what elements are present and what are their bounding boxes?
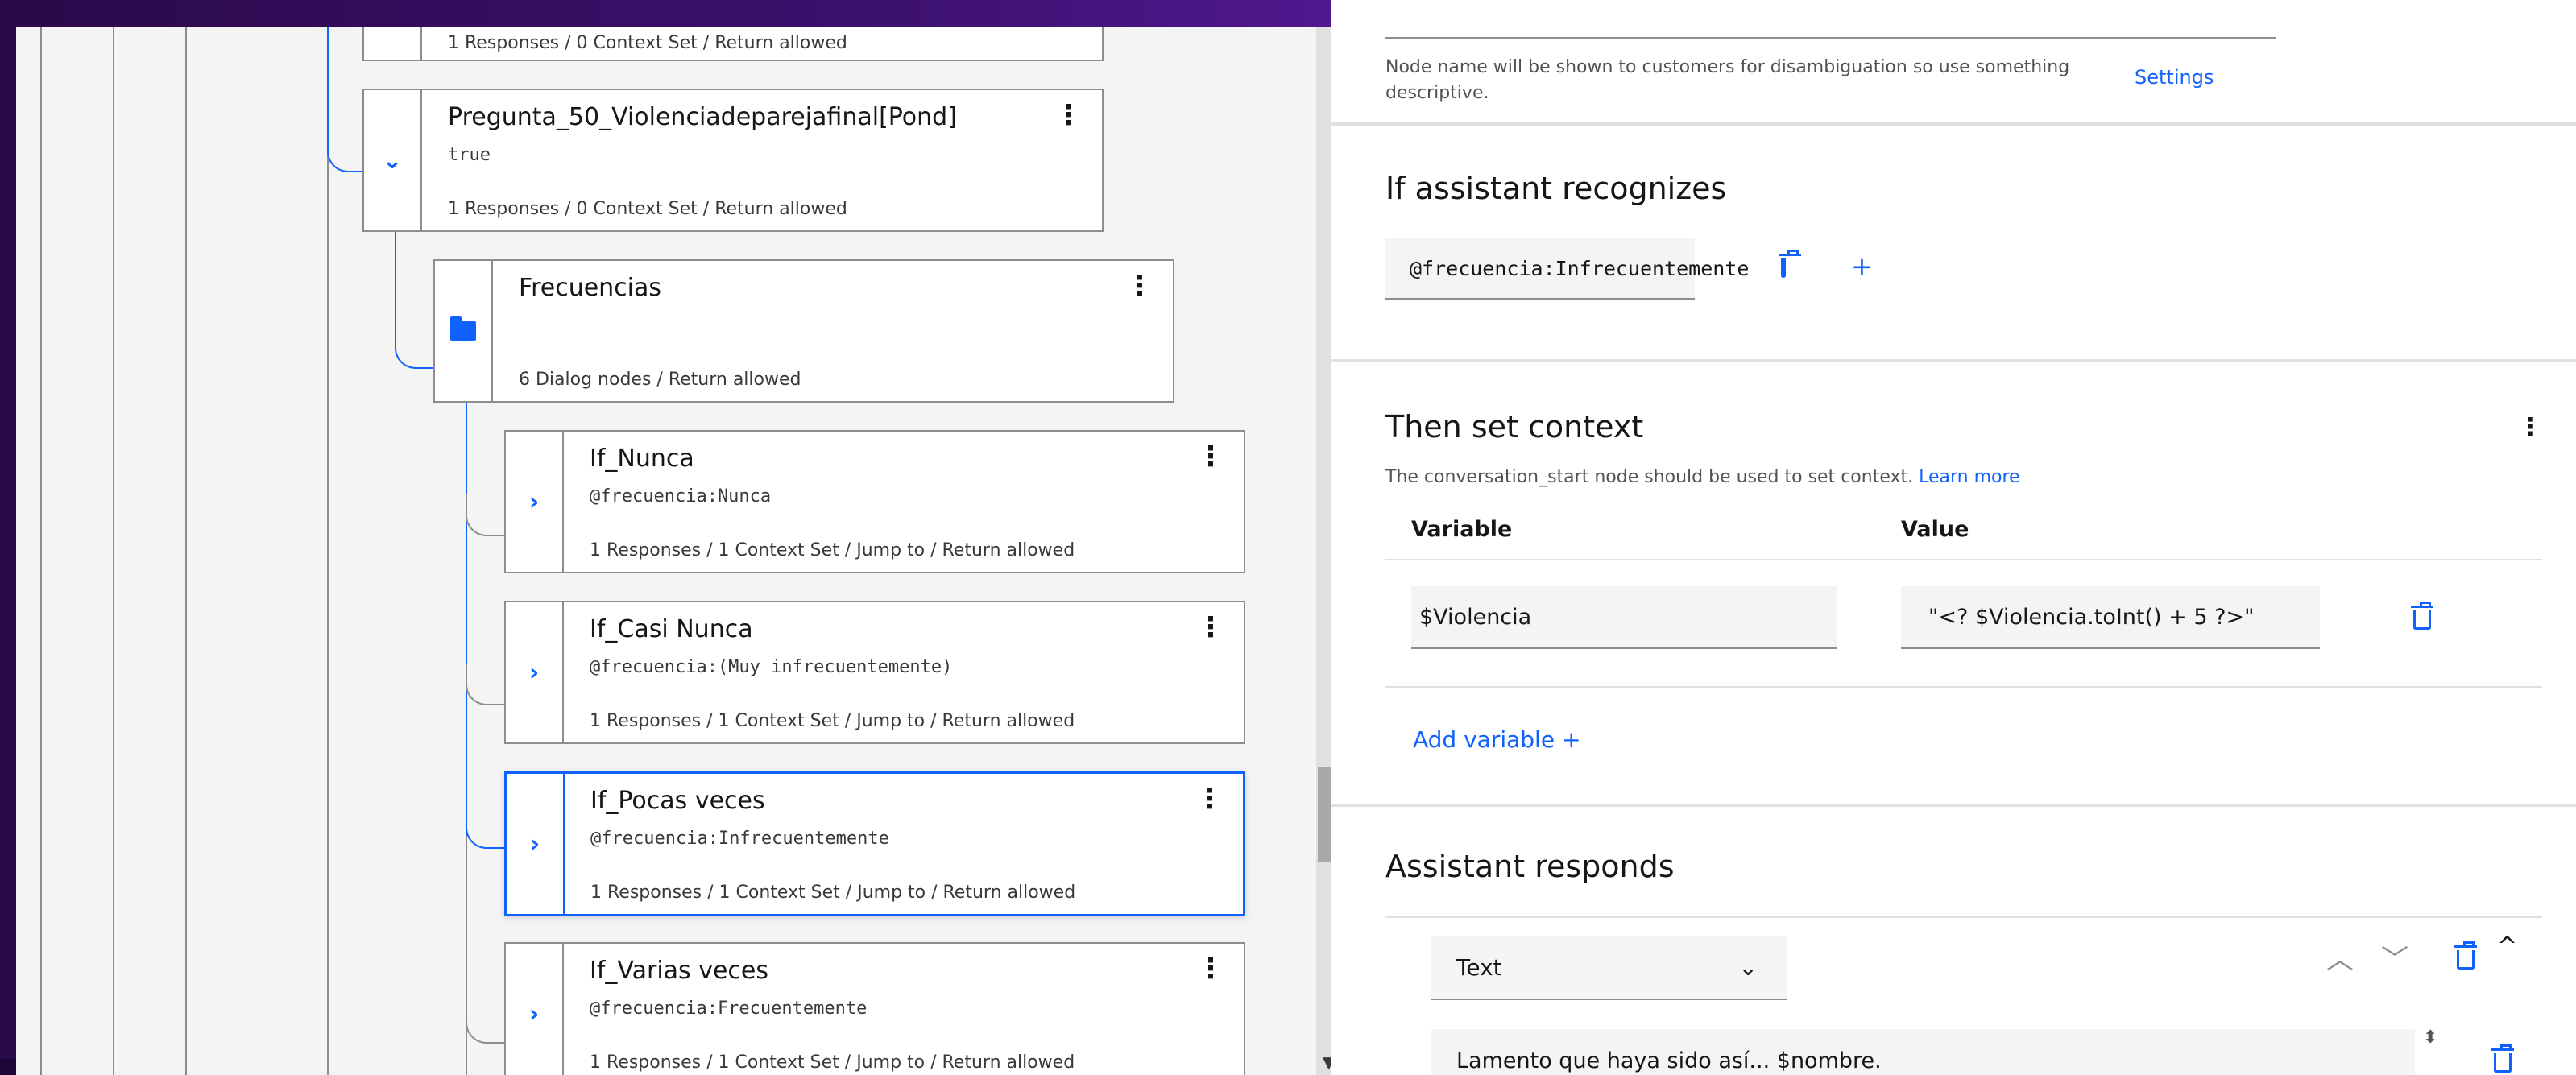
node-title: If_Pocas veces xyxy=(590,787,765,815)
overflow-menu-icon[interactable]: ⋮ xyxy=(1055,101,1083,129)
node-meta: 1 Responses / 1 Context Set / Jump to / … xyxy=(590,883,1076,903)
variable-value: $Violencia xyxy=(1419,604,1532,630)
tree-path-line xyxy=(466,836,467,1075)
scrollbar-thumb[interactable] xyxy=(1318,767,1331,862)
response-text: Lamento que haya sido así... $nombre. xyxy=(1456,1048,1882,1073)
node-meta: 1 Responses / 1 Context Set / Jump to / … xyxy=(590,540,1075,560)
node-condition: @frecuencia:Nunca xyxy=(590,486,772,506)
node-condition: @frecuencia:(Muy infrecuentemente) xyxy=(590,657,953,677)
indent-guide xyxy=(113,27,114,1075)
scroll-down-icon[interactable]: ▼ xyxy=(1323,1052,1331,1072)
resize-spinner-icon[interactable]: ⬍ xyxy=(2423,1027,2437,1048)
table-divider xyxy=(1385,559,2542,560)
dialog-tree-panel: 1 Responses / 0 Context Set / Return all… xyxy=(16,27,1331,1075)
tree-path-line xyxy=(466,401,467,836)
response-text-input[interactable]: Lamento que haya sido así... $nombre. xyxy=(1431,1029,2415,1075)
add-variable-button[interactable]: Add variable + xyxy=(1413,726,1580,753)
chevron-down-icon: ⌄ xyxy=(1738,953,1758,981)
move-down-icon[interactable]: ﹀ xyxy=(2381,937,2408,977)
condition-text: @frecuencia:Infrecuentemente xyxy=(1410,256,1750,280)
tree-connector xyxy=(327,124,362,172)
value-expression: "<? $Violencia.toInt() + 5 ?>" xyxy=(1928,604,2255,630)
expand-toggle[interactable]: › xyxy=(506,432,564,572)
value-input[interactable]: "<? $Violencia.toInt() + 5 ?>" xyxy=(1901,586,2320,649)
add-condition-icon[interactable]: + xyxy=(1851,251,1873,282)
overflow-menu-icon[interactable]: ⋮ xyxy=(1196,785,1224,812)
condition-chip[interactable]: @frecuencia:Infrecuentemente xyxy=(1385,238,1802,300)
indent-guide xyxy=(40,27,42,1075)
collapse-response-icon[interactable]: ^ xyxy=(2497,932,2517,961)
plus-icon: + xyxy=(1561,726,1581,753)
node-editor-panel: Node name will be shown to customers for… xyxy=(1331,0,2576,1075)
context-overflow-icon[interactable]: ⋮ xyxy=(2518,416,2542,440)
overflow-menu-icon[interactable]: ⋮ xyxy=(1197,955,1224,982)
delete-text-variation-icon[interactable] xyxy=(2491,1044,2514,1073)
dialog-node[interactable]: › If_Casi Nunca @frecuencia:(Muy infrecu… xyxy=(504,601,1245,744)
node-meta: 1 Responses / 1 Context Set / Jump to / … xyxy=(590,1052,1075,1073)
node-title: Pregunta_50_Violenciadeparejafinal[Pond] xyxy=(448,103,957,131)
overflow-menu-icon[interactable]: ⋮ xyxy=(1197,614,1224,641)
dialog-node-selected[interactable]: › If_Pocas veces @frecuencia:Infrecuente… xyxy=(504,771,1245,916)
delete-variable-icon[interactable] xyxy=(2411,602,2433,630)
context-section-title: Then set context xyxy=(1385,409,1644,444)
move-up-icon[interactable]: ︿ xyxy=(2326,937,2354,977)
dialog-node[interactable]: › If_Nunca @frecuencia:Nunca 1 Responses… xyxy=(504,430,1245,573)
delete-response-icon[interactable] xyxy=(2454,941,2477,970)
table-divider xyxy=(1385,686,2542,688)
node-title: If_Varias veces xyxy=(590,957,768,985)
chevron-down-icon: ⌄ xyxy=(382,146,403,175)
recognizes-section-title: If assistant recognizes xyxy=(1385,171,1727,206)
folder-icon xyxy=(450,316,476,341)
add-variable-label: Add variable xyxy=(1413,726,1555,753)
context-help-text: The conversation_start node should be us… xyxy=(1385,467,1914,487)
dialog-node[interactable]: › If_Varias veces @frecuencia:Frecuentem… xyxy=(504,942,1245,1075)
node-meta: 1 Responses / 0 Context Set / Return all… xyxy=(448,199,847,219)
response-type-value: Text xyxy=(1456,953,1502,981)
section-divider xyxy=(1331,122,2576,126)
overflow-menu-icon[interactable]: ⋮ xyxy=(1197,443,1224,470)
node-title: If_Nunca xyxy=(590,444,694,473)
node-title: If_Casi Nunca xyxy=(590,615,753,643)
tree-path-line xyxy=(327,27,329,140)
section-divider-line xyxy=(1385,916,2542,918)
chevron-right-icon: › xyxy=(528,487,540,516)
expand-toggle[interactable]: › xyxy=(506,944,564,1075)
chevron-right-icon: › xyxy=(528,658,540,687)
node-meta: 6 Dialog nodes / Return allowed xyxy=(519,370,801,390)
node-toggle[interactable] xyxy=(364,27,422,60)
value-column-header: Value xyxy=(1901,517,1969,542)
chevron-right-icon: › xyxy=(528,999,540,1028)
context-help: The conversation_start node should be us… xyxy=(1385,467,2020,487)
responds-section-title: Assistant responds xyxy=(1385,849,1675,884)
overflow-menu-icon[interactable]: ⋮ xyxy=(1126,272,1153,300)
indent-guide xyxy=(185,27,187,1075)
delete-condition-icon[interactable] xyxy=(1779,250,1802,278)
node-meta: 1 Responses / 1 Context Set / Jump to / … xyxy=(590,711,1075,731)
node-name-help: Node name will be shown to customers for… xyxy=(1385,57,2070,103)
learn-more-link[interactable]: Learn more xyxy=(1919,467,2019,487)
expand-toggle[interactable]: › xyxy=(506,602,564,742)
settings-link[interactable]: Settings xyxy=(2135,66,2214,89)
section-divider xyxy=(1331,804,2576,807)
node-condition: true xyxy=(448,145,491,165)
chevron-right-icon: › xyxy=(529,829,540,858)
indent-guide xyxy=(327,27,329,1075)
node-title: Frecuencias xyxy=(519,274,662,302)
node-meta: 1 Responses / 0 Context Set / Return all… xyxy=(448,33,847,53)
node-condition: @frecuencia:Frecuentemente xyxy=(590,999,868,1019)
section-divider xyxy=(1331,359,2576,362)
expand-toggle[interactable]: › xyxy=(507,774,565,914)
collapse-toggle[interactable]: ⌄ xyxy=(364,90,422,230)
dialog-node-partial[interactable]: 1 Responses / 0 Context Set / Return all… xyxy=(362,27,1104,61)
tree-scrollbar[interactable]: ▼ xyxy=(1316,27,1331,1075)
node-name-input-underline[interactable] xyxy=(1385,37,2276,39)
response-type-select[interactable]: Text ⌄ xyxy=(1431,936,1787,1000)
node-condition: @frecuencia:Infrecuentemente xyxy=(590,829,889,849)
folder-toggle[interactable] xyxy=(435,261,493,401)
variable-input[interactable]: $Violencia xyxy=(1411,586,1837,649)
dialog-folder-node[interactable]: Frecuencias 6 Dialog nodes / Return allo… xyxy=(433,259,1174,403)
dialog-node[interactable]: ⌄ Pregunta_50_Violenciadeparejafinal[Pon… xyxy=(362,89,1104,232)
variable-column-header: Variable xyxy=(1411,517,1513,542)
